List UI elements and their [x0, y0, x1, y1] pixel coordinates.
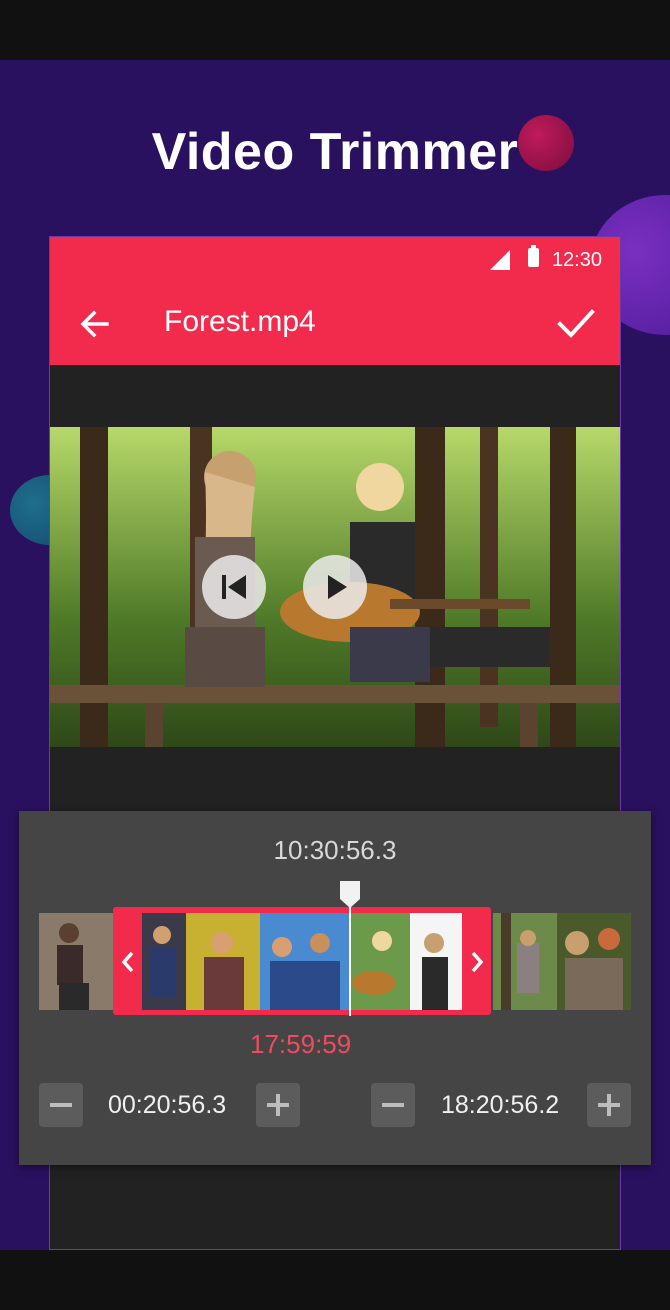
skip-previous-icon — [222, 575, 246, 599]
filmstrip-frame — [557, 913, 631, 1010]
back-button[interactable] — [72, 301, 118, 347]
selected-frames — [142, 913, 462, 1010]
plus-icon — [598, 1094, 620, 1116]
trim-panel: 10:30:56.3 17:59:59 00:20:56.3 18:20:56.… — [19, 811, 651, 1165]
confirm-button[interactable] — [552, 299, 600, 347]
arrow-left-icon — [80, 310, 109, 338]
promo-headline: Video Trimmer — [151, 123, 519, 181]
skip-previous-button[interactable] — [202, 555, 266, 619]
chevron-right-icon — [471, 951, 484, 973]
playhead-marker-icon — [340, 881, 360, 908]
minus-icon — [382, 1103, 404, 1107]
play-icon — [328, 575, 347, 599]
selection-duration: 17:59:59 — [250, 1029, 352, 1059]
end-decrease-button[interactable] — [371, 1083, 415, 1127]
battery-icon — [528, 245, 539, 267]
end-increase-button[interactable] — [587, 1083, 631, 1127]
check-icon — [557, 309, 595, 338]
trim-end-handle[interactable] — [466, 945, 488, 979]
end-time: 18:20:56.2 — [441, 1091, 560, 1119]
playhead-handle[interactable] — [338, 879, 362, 909]
minus-icon — [50, 1103, 72, 1107]
bottom-bar — [0, 1250, 670, 1310]
selected-frames-image — [142, 913, 462, 1010]
start-decrease-button[interactable] — [39, 1083, 83, 1127]
filmstrip-frame — [39, 913, 113, 1010]
playhead-line — [349, 903, 351, 1016]
filmstrip-frame — [493, 913, 557, 1010]
start-increase-button[interactable] — [256, 1083, 300, 1127]
play-button[interactable] — [303, 555, 367, 619]
chevron-left-icon — [121, 951, 134, 973]
app-bar: Forest.mp4 — [50, 283, 620, 365]
video-preview[interactable] — [50, 427, 620, 747]
plus-icon — [267, 1094, 289, 1116]
file-title: Forest.mp4 — [164, 305, 316, 338]
current-time: 10:30:56.3 — [273, 835, 397, 865]
status-bar: 12:30 — [50, 237, 620, 283]
signal-icon — [490, 250, 510, 270]
status-time: 12:30 — [551, 249, 602, 271]
start-time: 00:20:56.3 — [108, 1091, 227, 1119]
trim-start-handle[interactable] — [117, 945, 139, 979]
